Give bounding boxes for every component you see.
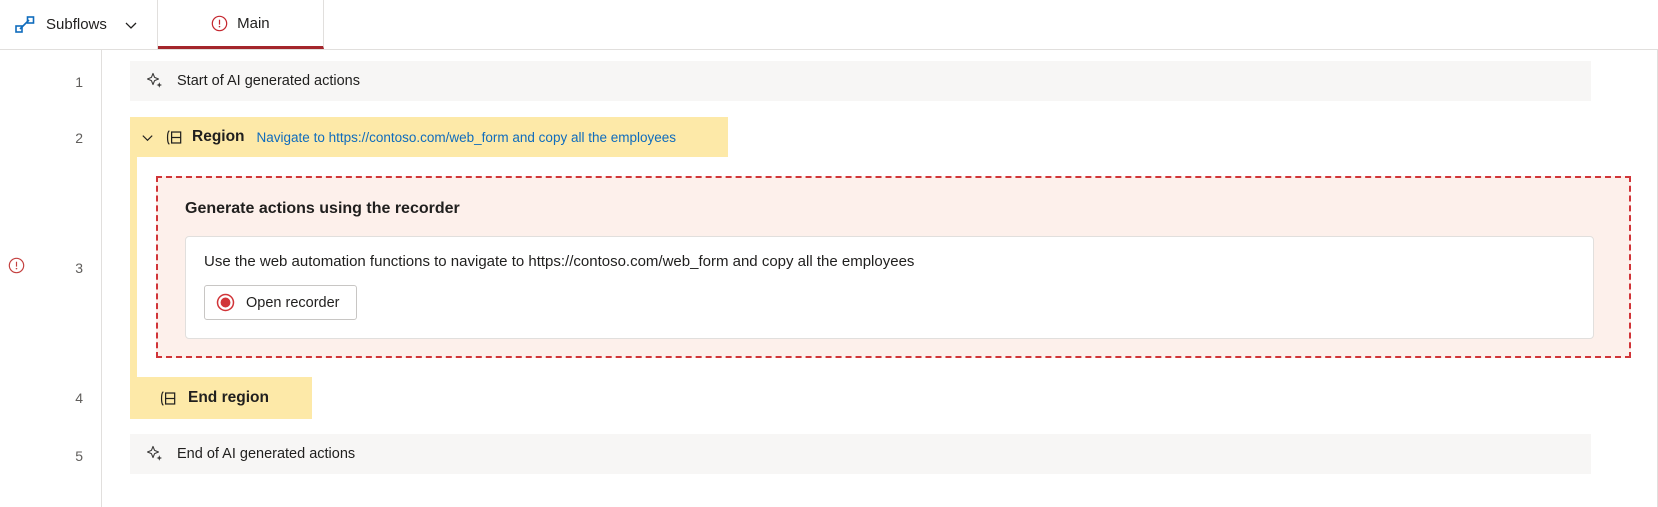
recorder-panel: Generate actions using the recorder Use … bbox=[156, 176, 1631, 358]
subflows-dropdown[interactable]: Subflows bbox=[0, 0, 158, 49]
open-recorder-button[interactable]: Open recorder bbox=[204, 285, 357, 320]
flow-designer: Subflows Main 1 2 3 4 5 Start of AI gene… bbox=[0, 0, 1658, 507]
error-circle-icon[interactable] bbox=[8, 257, 25, 274]
record-circle-icon bbox=[216, 293, 235, 312]
row-number: 4 bbox=[75, 390, 83, 406]
tab-main[interactable]: Main bbox=[157, 0, 324, 49]
error-circle-icon bbox=[211, 15, 228, 32]
recorder-card: Use the web automation functions to navi… bbox=[185, 236, 1594, 339]
tab-bar: Subflows Main bbox=[0, 0, 1658, 50]
subflow-diagram-icon bbox=[14, 15, 36, 35]
action-row-label: End of AI generated actions bbox=[177, 446, 356, 462]
region-icon bbox=[158, 390, 177, 407]
flow-canvas: Start of AI generated actions Region Nav… bbox=[103, 50, 1658, 507]
region-icon bbox=[164, 129, 183, 146]
action-row-label: Start of AI generated actions bbox=[177, 73, 360, 89]
action-row-end-ai[interactable]: End of AI generated actions bbox=[130, 434, 1591, 474]
row-number: 5 bbox=[75, 448, 83, 464]
ai-sparkle-icon bbox=[146, 445, 164, 463]
subflows-label: Subflows bbox=[46, 16, 107, 33]
flow-body: 1 2 3 4 5 Start of AI generated actions … bbox=[0, 50, 1658, 507]
open-recorder-label: Open recorder bbox=[246, 294, 340, 311]
row-number: 1 bbox=[75, 74, 83, 90]
recorder-instruction-text: Use the web automation functions to navi… bbox=[204, 253, 915, 270]
row-number: 2 bbox=[75, 130, 83, 146]
row-number: 3 bbox=[75, 260, 83, 276]
line-number-gutter: 1 2 3 4 5 bbox=[0, 50, 102, 507]
region-description: Navigate to https://contoso.com/web_form… bbox=[256, 129, 677, 145]
ai-sparkle-icon bbox=[146, 72, 164, 90]
region-title: Region bbox=[192, 128, 245, 145]
chevron-down-icon[interactable] bbox=[117, 17, 139, 33]
action-row-start-ai[interactable]: Start of AI generated actions bbox=[130, 61, 1591, 101]
tab-main-label: Main bbox=[237, 14, 270, 32]
action-row-region[interactable]: Region Navigate to https://contoso.com/w… bbox=[130, 117, 728, 157]
chevron-down-icon[interactable] bbox=[140, 130, 155, 145]
end-region-title: End region bbox=[188, 389, 269, 406]
action-row-end-region[interactable]: End region bbox=[130, 377, 312, 419]
recorder-heading: Generate actions using the recorder bbox=[185, 200, 460, 217]
